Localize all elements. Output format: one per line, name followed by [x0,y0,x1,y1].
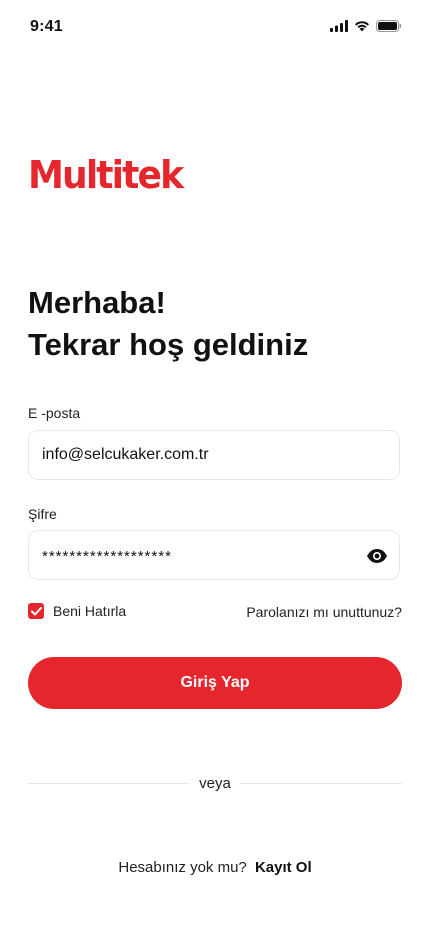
password-field[interactable]: ******************* [28,530,400,580]
signup-link[interactable]: Kayıt Ol [255,859,312,876]
check-icon [30,606,42,615]
remember-checkbox[interactable] [28,603,44,619]
forgot-password-link[interactable]: Parolanızı mı unuttunuz? [246,604,402,620]
status-bar: 9:41 [0,0,430,54]
signup-prompt: Hesabınız yok mu? [118,859,247,876]
remember-label: Beni Hatırla [53,603,127,619]
eye-icon[interactable] [366,546,388,566]
email-field[interactable]: info@selcukaker.com.tr [28,430,400,480]
email-value: info@selcukaker.com.tr [42,446,209,463]
login-button[interactable]: Giriş Yap [28,657,402,709]
remember-me[interactable]: Beni Hatırla [28,603,126,619]
signup-row: Hesabınız yok mu? Kayıt Ol [0,859,430,876]
welcome-line-2: Tekrar hoş geldiniz [28,327,309,362]
status-icons [330,20,402,32]
welcome-line-1: Merhaba! [28,285,166,320]
cellular-signal-icon [330,20,348,32]
password-value: ******************* [42,548,172,565]
password-label: Şifre [28,506,57,522]
email-label: E -posta [28,405,81,421]
brand-logo: Multitek [28,153,184,197]
battery-icon [376,20,402,32]
divider-line-right [240,783,402,784]
status-time: 9:41 [30,18,63,35]
welcome-heading: Merhaba! Tekrar hoş geldiniz [28,282,308,366]
wifi-icon [354,20,370,32]
